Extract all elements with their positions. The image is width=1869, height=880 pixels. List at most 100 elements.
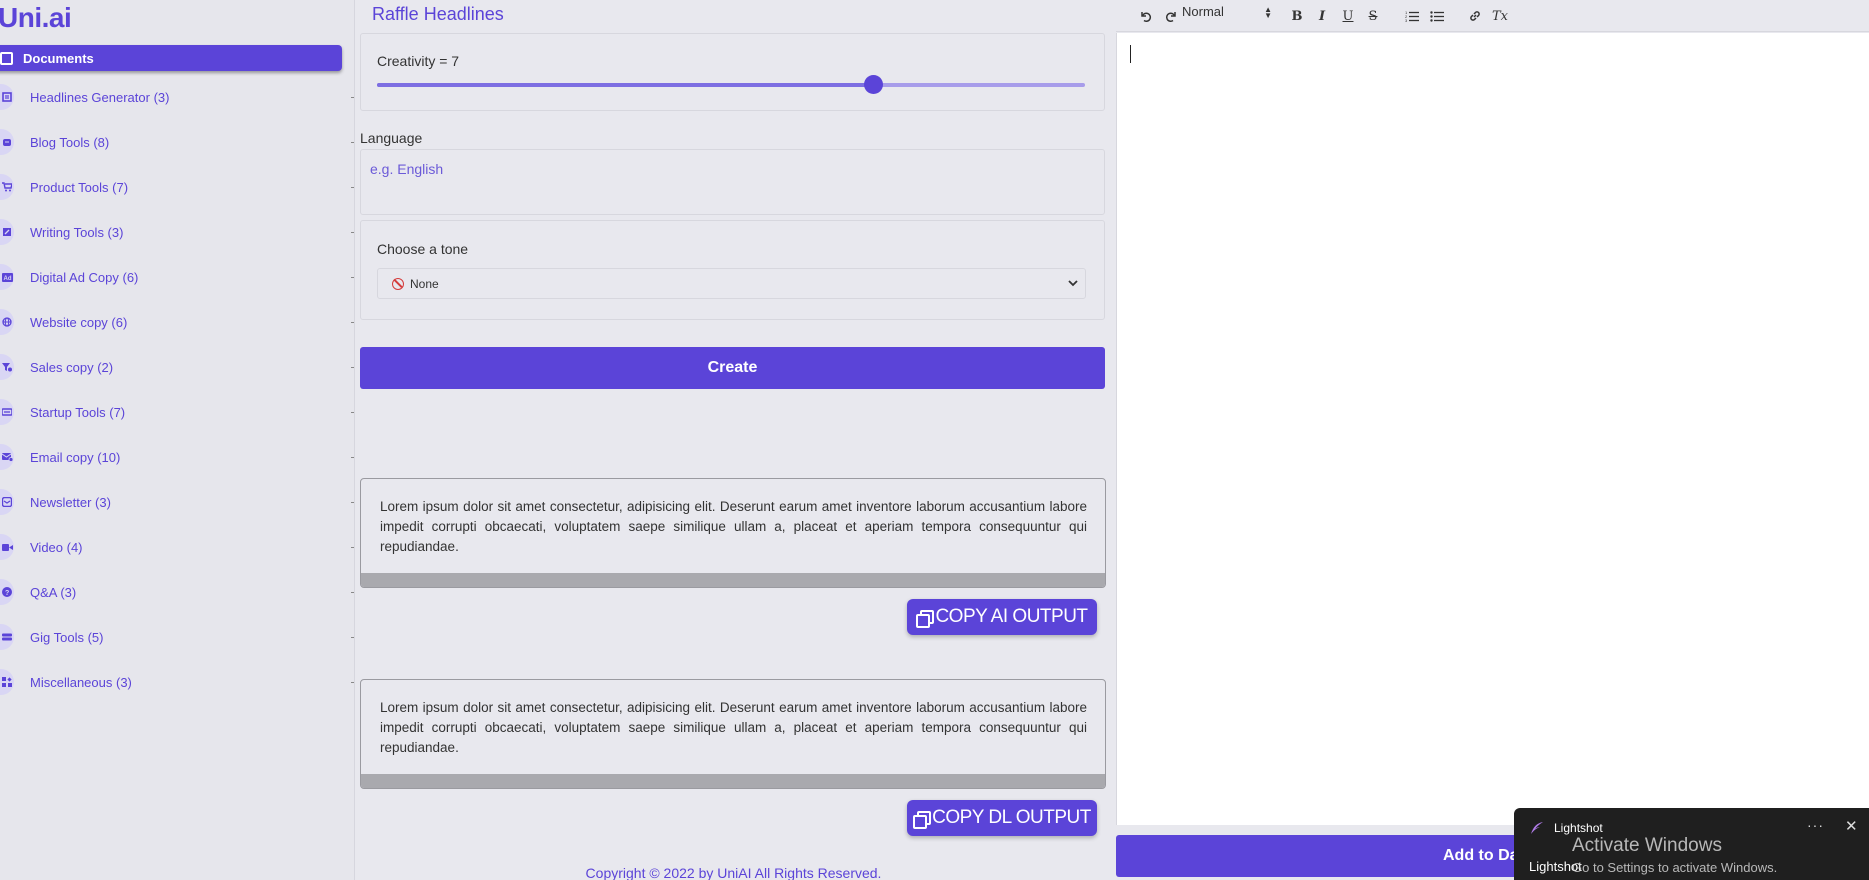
notification-app-name: Lightshot	[1554, 821, 1603, 835]
documents-label: Documents	[23, 50, 94, 66]
sidebar-item-label: Sales copy (2)	[30, 359, 114, 375]
activate-windows-subtitle: Go to Settings to activate Windows.	[1572, 860, 1778, 875]
svg-text:Ad: Ad	[3, 276, 11, 282]
copy-icon	[916, 609, 935, 628]
sidebar-item-label: Headlines Generator (3)	[30, 89, 170, 105]
feather-icon	[1531, 822, 1543, 834]
ad-icon: Ad	[0, 264, 14, 290]
sidebar-item-label: Website copy (6)	[30, 314, 128, 330]
startup-icon	[0, 399, 14, 425]
format-selected-value: Normal	[1182, 4, 1224, 19]
dl-output-scrollbar[interactable]	[361, 774, 1105, 788]
creativity-label: Creativity = 7	[377, 53, 460, 69]
chevron-down-icon	[1068, 280, 1078, 287]
redo-icon[interactable]	[1161, 6, 1181, 26]
sidebar-item-headlines[interactable]: Headlines Generator (3)	[0, 84, 355, 110]
creativity-slider-fill	[377, 83, 873, 87]
documents-icon	[0, 51, 13, 65]
strike-button[interactable]: S	[1363, 6, 1383, 26]
sidebar-item-writing-tools[interactable]: Writing Tools (3)	[0, 219, 355, 245]
sidebar-item-digital-ad-copy[interactable]: Ad Digital Ad Copy (6)	[0, 264, 355, 290]
svg-text:?: ?	[5, 590, 9, 597]
no-entry-icon	[392, 277, 404, 290]
sidebar-item-label: Gig Tools (5)	[30, 629, 104, 645]
newspaper-icon	[0, 84, 14, 110]
tool-form: Raffle Headlines Creativity = 7 Language…	[356, 0, 1116, 880]
underline-button[interactable]: U	[1338, 6, 1358, 26]
documents-button[interactable]: Documents	[0, 45, 342, 71]
text-caret	[1130, 45, 1131, 63]
more-options-icon[interactable]: ···	[1807, 817, 1824, 833]
sidebar-item-blog-tools[interactable]: Blog Tools (8)	[0, 129, 355, 155]
create-button[interactable]: Create	[360, 347, 1105, 389]
page-title: Raffle Headlines	[372, 4, 504, 24]
sidebar: Uni.ai Documents Headlines Generator (3)…	[0, 0, 355, 880]
copy-icon	[913, 810, 932, 829]
sidebar-item-qa[interactable]: ? Q&A (3)	[0, 579, 355, 605]
creativity-slider-thumb[interactable]	[864, 75, 883, 94]
copy-dl-output-button[interactable]: COPY DL OUTPUT	[907, 800, 1097, 836]
tone-selected-value: None	[410, 276, 439, 291]
email-icon	[0, 444, 14, 470]
sidebar-item-label: Video (4)	[30, 539, 83, 555]
add-to-document-label: Add to Da	[1443, 847, 1519, 864]
sidebar-item-newsletter[interactable]: Newsletter (3)	[0, 489, 355, 515]
sidebar-item-label: Blog Tools (8)	[30, 134, 110, 150]
dl-output-text: Lorem ipsum dolor sit amet consectetur, …	[380, 700, 1087, 755]
format-select[interactable]: Normal ▲ ▼	[1182, 4, 1272, 24]
blog-icon	[0, 129, 14, 155]
ai-output-scrollbar[interactable]	[361, 573, 1105, 587]
bold-button[interactable]: B	[1287, 6, 1307, 26]
bullet-list-icon[interactable]	[1427, 6, 1447, 26]
sidebar-item-label: Miscellaneous (3)	[30, 674, 132, 690]
copy-ai-output-button[interactable]: COPY AI OUTPUT	[907, 599, 1097, 635]
language-label: Language	[360, 130, 423, 146]
clear-format-button[interactable]: Tx	[1490, 6, 1510, 26]
sales-icon	[0, 354, 14, 380]
close-icon[interactable]: ✕	[1845, 817, 1858, 835]
undo-icon[interactable]	[1135, 6, 1155, 26]
creativity-slider[interactable]	[377, 75, 1085, 94]
svg-text:3: 3	[1405, 18, 1408, 22]
ordered-list-icon[interactable]: 123	[1402, 6, 1422, 26]
misc-icon	[0, 669, 14, 695]
sidebar-item-gig-tools[interactable]: Gig Tools (5)	[0, 624, 355, 650]
cart-icon	[0, 174, 14, 200]
sidebar-item-email-copy[interactable]: Email copy (10)	[0, 444, 355, 470]
video-icon	[0, 534, 14, 560]
editor-toolbar: Normal ▲ ▼ B I U S 123 Tx	[1116, 0, 1869, 32]
tone-select[interactable]: None	[377, 268, 1086, 299]
rich-text-editor: Normal ▲ ▼ B I U S 123 Tx Add to Da	[1116, 0, 1869, 880]
link-icon[interactable]	[1465, 6, 1485, 26]
copy-ai-output-label: COPY AI OUTPUT	[935, 606, 1088, 627]
question-icon: ?	[0, 579, 14, 605]
sidebar-item-label: Email copy (10)	[30, 449, 121, 465]
sidebar-item-product-tools[interactable]: Product Tools (7)	[0, 174, 355, 200]
ai-output-text: Lorem ipsum dolor sit amet consectetur, …	[380, 499, 1087, 554]
sidebar-item-label: Writing Tools (3)	[30, 224, 124, 240]
copy-dl-output-label: COPY DL OUTPUT	[932, 807, 1091, 828]
tone-label: Choose a tone	[377, 241, 469, 257]
sidebar-item-video[interactable]: Video (4)	[0, 534, 355, 560]
app-logo[interactable]: Uni.ai	[0, 2, 72, 34]
sidebar-item-label: Product Tools (7)	[30, 179, 129, 195]
sidebar-item-startup-tools[interactable]: Startup Tools (7)	[0, 399, 355, 425]
italic-button[interactable]: I	[1312, 6, 1332, 26]
sidebar-item-label: Startup Tools (7)	[30, 404, 126, 420]
language-input[interactable]	[360, 149, 1105, 215]
copyright-footer: Copyright © 2022 by UniAI All Rights Res…	[585, 865, 882, 880]
sidebar-item-label: Q&A (3)	[30, 584, 77, 600]
dl-output-box[interactable]: Lorem ipsum dolor sit amet consectetur, …	[360, 679, 1106, 789]
editor-content-area[interactable]	[1116, 33, 1869, 825]
sidebar-item-label: Newsletter (3)	[30, 494, 111, 510]
sidebar-item-website-copy[interactable]: Website copy (6)	[0, 309, 355, 335]
sidebar-item-label: Digital Ad Copy (6)	[30, 269, 139, 285]
creativity-card: Creativity = 7	[360, 33, 1105, 111]
sidebar-item-sales-copy[interactable]: Sales copy (2)	[0, 354, 355, 380]
sidebar-item-miscellaneous[interactable]: Miscellaneous (3)	[0, 669, 355, 695]
activate-windows-title: Activate Windows	[1572, 835, 1722, 856]
globe-icon	[0, 309, 14, 335]
pen-icon	[0, 219, 14, 245]
gig-icon	[0, 624, 14, 650]
ai-output-box[interactable]: Lorem ipsum dolor sit amet consectetur, …	[360, 478, 1106, 588]
